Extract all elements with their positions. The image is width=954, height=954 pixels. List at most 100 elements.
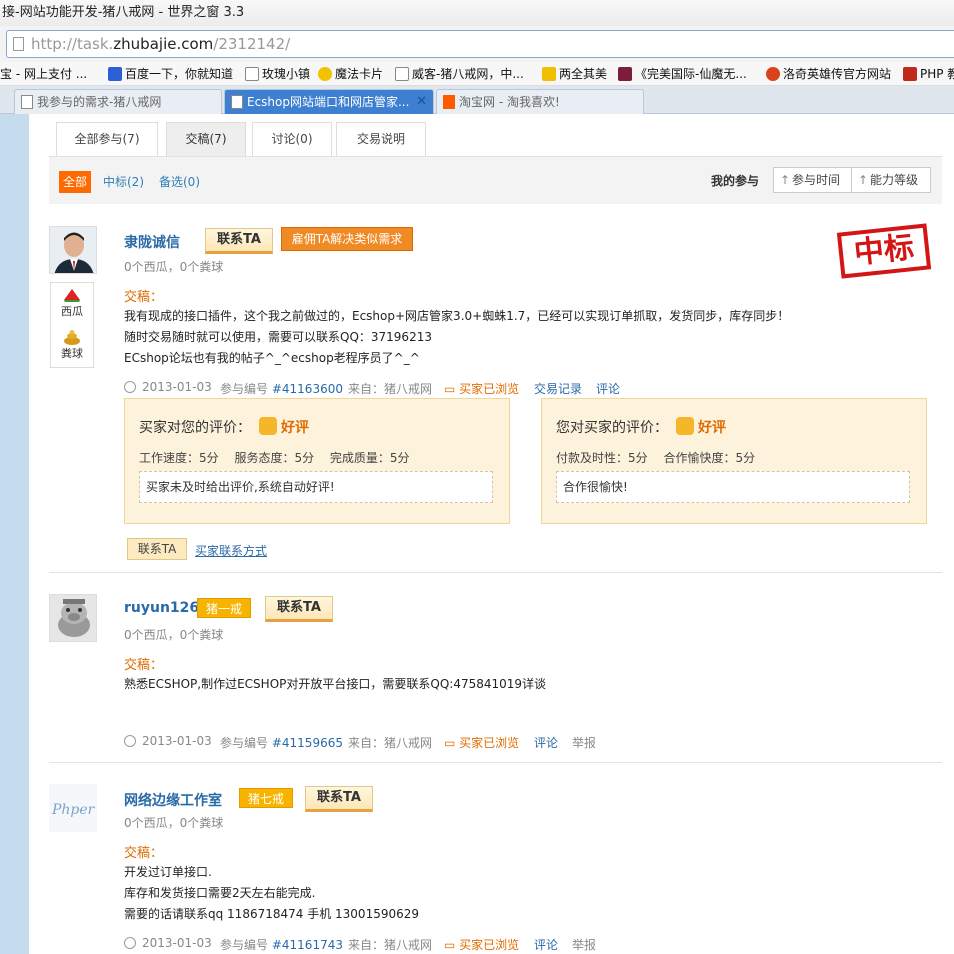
buyer-contact-link[interactable]: 买家联系方式 [195,542,267,559]
username[interactable]: 网络边缘工作室 [124,790,222,810]
bookmark-item[interactable]: 两全其美 [542,62,607,85]
submission-line: 随时交易随时就可以使用，需要可以联系QQ：37196213 [124,330,432,344]
eval-scores: 付款及时性：5分 合作愉快度：5分 [556,451,756,465]
submission-entry: ruyun126 猪一戒 联系TA 0个西瓜，0个粪球 交稿： 熟悉ECSHOP… [49,594,942,754]
close-icon[interactable]: ✕ [416,90,427,114]
page-content: 全部参与(7) 交稿(7) 讨论(0) 交易说明 全部 中标(2) 备选(0) … [29,114,954,954]
source: 来自：猪八戒网 [348,382,433,396]
sort-by-time-button[interactable]: 参与时间 [773,167,853,193]
entry-number-link[interactable]: #41163600 [272,382,343,396]
eval-title: 买家对您的评价： 好评 [139,417,309,437]
watermelon-icon [64,289,80,302]
submission-entry: 隶陇诚信 联系TA 雇佣TA解决类似需求 0个西瓜，0个粪球 中标 西瓜 粪球 … [49,223,942,566]
thumbs-up-icon [259,417,277,435]
tab-all[interactable]: 全部参与(7) [56,122,158,156]
gift-dung[interactable]: 粪球 [51,327,93,361]
username[interactable]: 隶陇诚信 [124,232,180,252]
page-icon [395,67,409,81]
filter-all[interactable]: 全部 [59,171,92,193]
avatar[interactable]: Phper [49,784,97,832]
eval-title: 您对买家的评价： 好评 [556,417,726,437]
contact-button[interactable]: 联系TA [305,786,373,812]
submission-label: 交稿： [124,290,164,305]
address-row: http://task.zhubajie.com/2312142/ [0,26,954,62]
bookmark-item[interactable]: 洛奇英雄传官方网站 [766,62,891,85]
clock-icon [124,735,136,747]
entry-number-link[interactable]: #41159665 [272,736,343,750]
trade-log-link[interactable]: 交易记录 [534,380,582,397]
submission-line: ECshop论坛也有我的帖子^_^ecshop老程序员了^_^ [124,351,420,365]
submission-entry: Phper 网络边缘工作室 猪七戒 联系TA 0个西瓜，0个粪球 交稿： 开发过… [49,784,942,954]
filter-shortlist[interactable]: 备选(0) [159,171,200,193]
melon-count: 0个西瓜，0个粪球 [124,628,224,642]
mabinogi-icon [766,67,780,81]
contact-small-button[interactable]: 联系TA [127,538,187,560]
paw-icon [108,67,122,81]
comment-link[interactable]: 评论 [534,936,558,953]
browser-tab-active[interactable]: Ecshop网站端口和网店管家... ✕ [224,89,434,114]
rank-badge: 猪七戒 [239,788,293,808]
melon-count: 0个西瓜，0个粪球 [124,816,224,830]
report-link[interactable]: 举报 [572,734,596,751]
thumbs-up-icon [676,417,694,435]
browser-tabs: 我参与的需求-猪八戒网 Ecshop网站端口和网店管家... ✕ 淘宝网 - 淘我… [0,86,954,114]
tab-discussion[interactable]: 讨论(0) [252,122,332,156]
bookmark-item[interactable]: 魔法卡片 [318,62,383,85]
entry-number: 参与编号 #41161743 [220,938,343,952]
game-icon [618,67,632,81]
report-link[interactable]: 举报 [572,936,596,953]
buyer-evaluation: 买家对您的评价： 好评 工作速度：5分 服务态度：5分 完成质量：5分 买家未及时… [124,398,510,524]
bookmark-item[interactable]: PHP 教 [903,62,954,85]
entry-number: 参与编号 #41159665 [220,736,343,750]
winner-stamp: 中标 [836,223,932,279]
bookmark-item[interactable]: 宝 - 网上支付 ... [0,62,87,85]
hire-button[interactable]: 雇佣TA解决类似需求 [281,227,413,251]
address-bar[interactable]: http://task.zhubajie.com/2312142/ [6,30,954,58]
bookmark-item[interactable]: 《完美国际-仙魔无... [618,62,747,85]
meta-row: 2013-01-03 参与编号 #41161743 来自：猪八戒网 ▭ 买家已浏… [124,936,924,952]
avatar[interactable] [49,594,97,642]
date: 2013-01-03 [124,936,212,950]
entry-number: 参与编号 #41163600 [220,382,343,396]
comment-link[interactable]: 评论 [534,734,558,751]
left-sidebar [0,114,29,954]
melon-count: 0个西瓜，0个粪球 [124,260,224,274]
sort-by-level-button[interactable]: 能力等级 [851,167,931,193]
window-title: 接-网站功能开发-猪八戒网 - 世界之窗 3.3 [0,0,954,26]
buyer-viewed: ▭ 买家已浏览 [444,938,520,952]
date: 2013-01-03 [124,380,212,394]
clock-icon [124,937,136,949]
eval-comment: 买家未及时给出评价,系统自动好评! [139,471,493,503]
submission-label: 交稿： [124,846,164,861]
username[interactable]: ruyun126 [124,600,199,616]
bookmark-item[interactable]: 玫瑰小镇 [245,62,310,85]
url-domain: zhubajie.com [113,35,214,53]
clock-icon [124,381,136,393]
source: 来自：猪八戒网 [348,938,433,952]
contact-button[interactable]: 联系TA [205,228,273,254]
url-path: /2312142/ [213,35,291,53]
entry-number-link[interactable]: #41161743 [272,938,343,952]
meta-row: 2013-01-03 参与编号 #41159665 来自：猪八戒网 ▭ 买家已浏… [124,734,924,750]
submission-line: 需要的话请联系qq 1186718474 手机 13001590629 [124,907,420,921]
divider [49,572,942,573]
avatar[interactable] [49,226,97,274]
bird-icon [542,67,556,81]
tab-trade-info[interactable]: 交易说明 [336,122,426,156]
w3-icon [903,67,917,81]
filter-bar: 全部 中标(2) 备选(0) 我的参与 参与时间 能力等级 [49,156,942,204]
browser-tab[interactable]: 我参与的需求-猪八戒网 [14,89,222,114]
contact-button[interactable]: 联系TA [265,596,333,622]
bookmark-item[interactable]: 百度一下，你就知道 [108,62,233,85]
comment-link[interactable]: 评论 [596,380,620,397]
submission-label: 交稿： [124,658,164,673]
filter-winner[interactable]: 中标(2) [103,171,144,193]
bookmark-item[interactable]: 威客-猪八戒网，中... [395,62,524,85]
tab-submissions[interactable]: 交稿(7) [166,122,246,156]
bookmarks-bar: 宝 - 网上支付 ... 百度一下，你就知道 玫瑰小镇 魔法卡片 威客-猪八戒网… [0,62,954,86]
browser-tab[interactable]: 淘宝网 - 淘我喜欢! [436,89,644,114]
meta-row: 2013-01-03 参与编号 #41163600 来自：猪八戒网 ▭ 买家已浏… [124,380,924,396]
gift-melon[interactable]: 西瓜 [51,285,93,319]
page-icon [21,95,33,109]
divider [49,762,942,763]
